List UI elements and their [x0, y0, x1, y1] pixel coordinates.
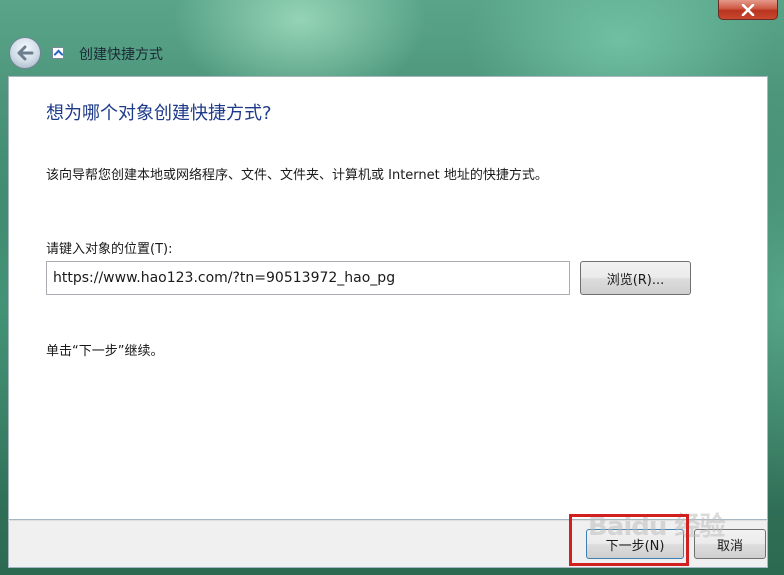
wizard-content: 想为哪个对象创建快捷方式? 该向导帮您创建本地或网络程序、文件、文件夹、计算机或… — [8, 76, 768, 520]
close-icon — [741, 3, 755, 16]
highlight-box — [569, 514, 689, 566]
location-label: 请键入对象的位置(T): — [46, 242, 173, 257]
location-input[interactable] — [46, 261, 570, 295]
window-title: 创建快捷方式 — [79, 47, 163, 63]
close-button[interactable] — [718, 0, 778, 20]
browse-button[interactable]: 浏览(R)... — [580, 261, 691, 295]
back-button[interactable] — [9, 37, 41, 69]
wizard-description: 该向导帮您创建本地或网络程序、文件、文件夹、计算机或 Internet 地址的快… — [46, 168, 548, 183]
continue-hint: 单击“下一步”继续。 — [46, 344, 164, 359]
wizard-heading: 想为哪个对象创建快捷方式? — [46, 103, 272, 124]
back-arrow-icon — [17, 45, 34, 61]
shortcut-icon — [52, 47, 64, 59]
